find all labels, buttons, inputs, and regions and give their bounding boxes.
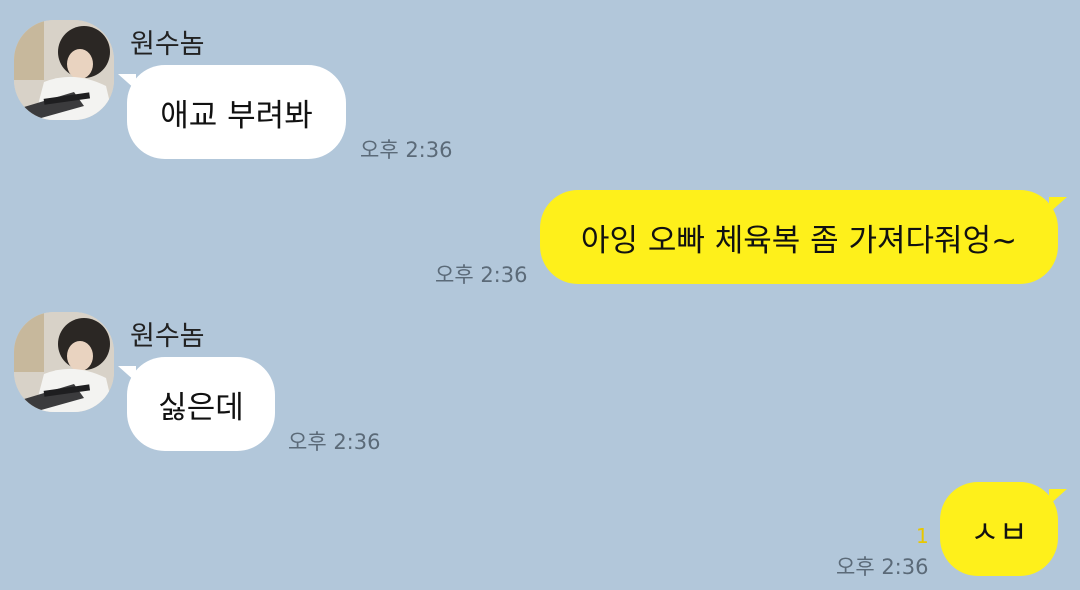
profile-photo-icon bbox=[14, 312, 114, 412]
message-bubble[interactable]: 애교 부려봐 bbox=[127, 65, 346, 159]
message-bubble[interactable]: 싫은데 bbox=[127, 357, 275, 451]
bubble-tail bbox=[1049, 489, 1067, 505]
message-time: 오후 2:36 bbox=[435, 263, 528, 287]
message-time: 오후 2:36 bbox=[360, 138, 453, 162]
message-bubble[interactable]: 아잉 오빠 체육복 좀 가져다줘엉~ bbox=[540, 190, 1058, 284]
avatar[interactable] bbox=[14, 312, 114, 412]
message-time: 오후 2:36 bbox=[288, 430, 381, 454]
sender-name: 원수놈 bbox=[130, 321, 205, 352]
message-bubble[interactable]: ㅅㅂ bbox=[940, 482, 1058, 576]
sender-name: 원수놈 bbox=[130, 29, 205, 60]
profile-photo-icon bbox=[14, 20, 114, 120]
unread-count: 1 bbox=[916, 524, 929, 548]
message-time: 오후 2:36 bbox=[836, 555, 929, 579]
avatar[interactable] bbox=[14, 20, 114, 120]
chat-room: 원수놈 애교 부려봐 오후 2:36 아잉 오빠 체육복 좀 가져다줘엉~ 오후… bbox=[0, 0, 1080, 590]
bubble-tail bbox=[1049, 197, 1067, 213]
